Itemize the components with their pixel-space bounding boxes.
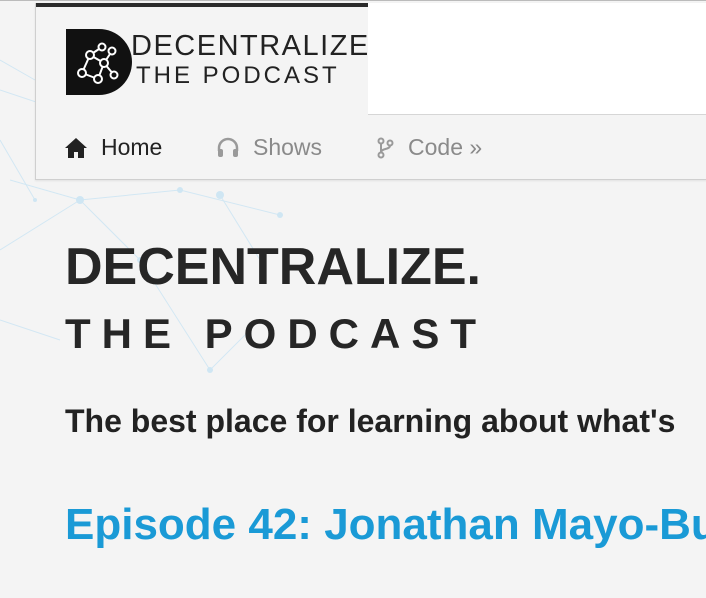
main-nav: Home Shows Code » bbox=[36, 115, 706, 179]
home-icon bbox=[65, 137, 87, 158]
page-title: DECENTRALIZE. bbox=[65, 238, 481, 296]
nav-item-label: Code » bbox=[408, 134, 483, 160]
site-logo[interactable]: DECENTRALIZE THE PODCAST bbox=[36, 3, 368, 115]
logo-text-primary: DECENTRALIZE bbox=[131, 30, 370, 62]
site-header: DECENTRALIZE THE PODCAST Home Shows Code… bbox=[35, 3, 706, 180]
top-border bbox=[0, 0, 706, 1]
nav-item-home[interactable]: Home bbox=[64, 134, 162, 161]
code-branch-icon bbox=[377, 137, 394, 158]
nav-item-label: Home bbox=[101, 134, 163, 160]
headphones-icon bbox=[217, 137, 239, 157]
nav-item-label: Shows bbox=[253, 134, 323, 160]
logo-text-secondary: THE PODCAST bbox=[136, 62, 340, 89]
episode-title-link[interactable]: Episode 42: Jonathan Mayo-Bu bbox=[65, 500, 706, 550]
logo-d-network-icon bbox=[66, 29, 132, 95]
header-empty-area bbox=[368, 3, 706, 115]
tagline: The best place for learning about what's bbox=[65, 403, 676, 439]
page-subtitle: THE PODCAST bbox=[65, 310, 488, 357]
nav-item-shows[interactable]: Shows bbox=[216, 134, 322, 161]
nav-item-code[interactable]: Code » bbox=[374, 134, 482, 161]
